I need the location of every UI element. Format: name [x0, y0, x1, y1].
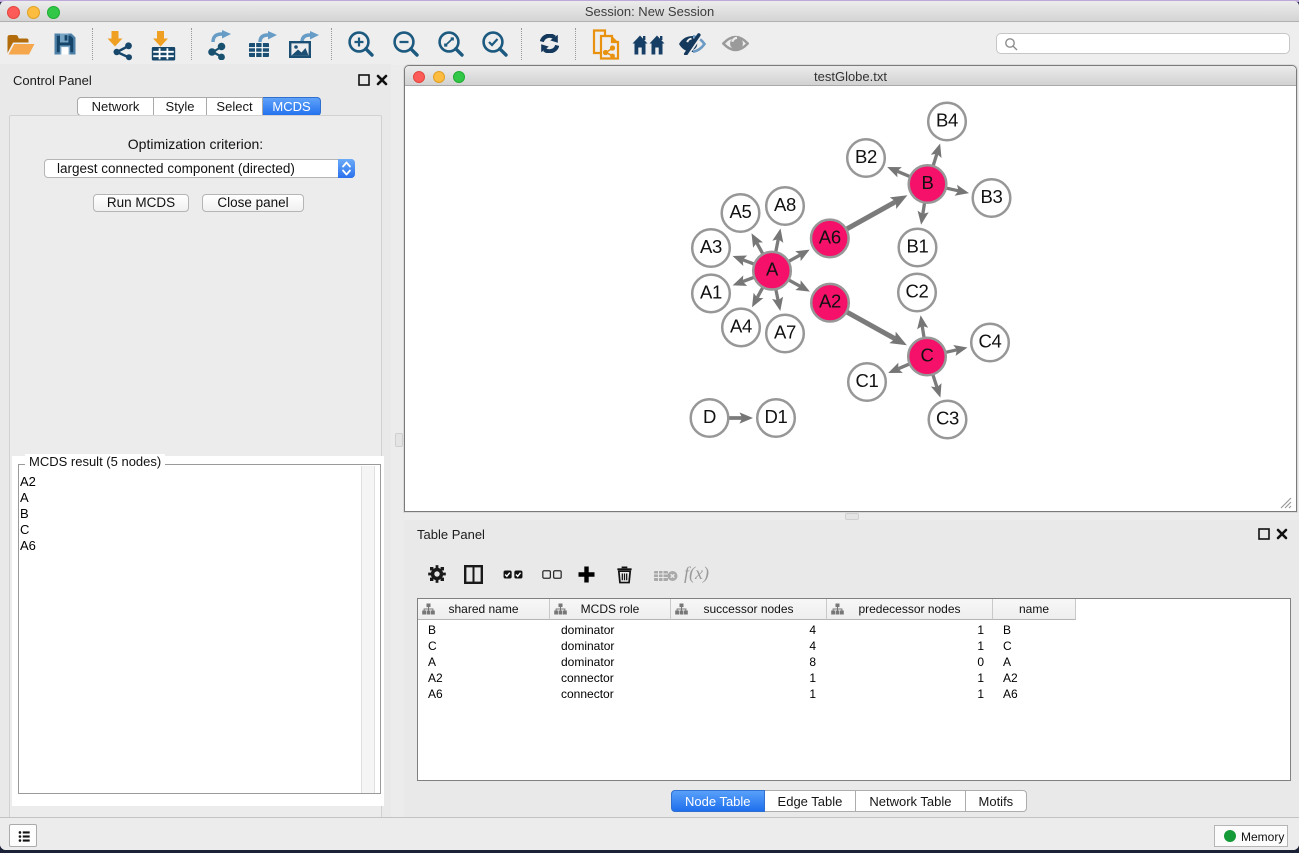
svg-text:C: C	[920, 345, 933, 366]
svg-text:A2: A2	[819, 291, 841, 312]
svg-text:A5: A5	[729, 201, 751, 222]
svg-text:C1: C1	[855, 370, 878, 391]
svg-text:A6: A6	[819, 226, 841, 247]
svg-text:A7: A7	[774, 322, 796, 343]
svg-text:A: A	[766, 259, 779, 280]
svg-text:B: B	[921, 172, 933, 193]
svg-text:C2: C2	[905, 281, 928, 302]
svg-text:B4: B4	[936, 110, 958, 131]
svg-text:A8: A8	[774, 194, 796, 215]
svg-text:A4: A4	[730, 315, 752, 336]
svg-text:B1: B1	[906, 236, 928, 257]
svg-text:A3: A3	[700, 236, 722, 257]
svg-text:D: D	[703, 406, 716, 427]
svg-text:B2: B2	[855, 146, 877, 167]
svg-text:D1: D1	[764, 406, 787, 427]
svg-text:A1: A1	[700, 281, 722, 302]
svg-text:C4: C4	[978, 331, 1001, 352]
svg-text:C3: C3	[936, 408, 959, 429]
svg-text:B3: B3	[980, 186, 1002, 207]
